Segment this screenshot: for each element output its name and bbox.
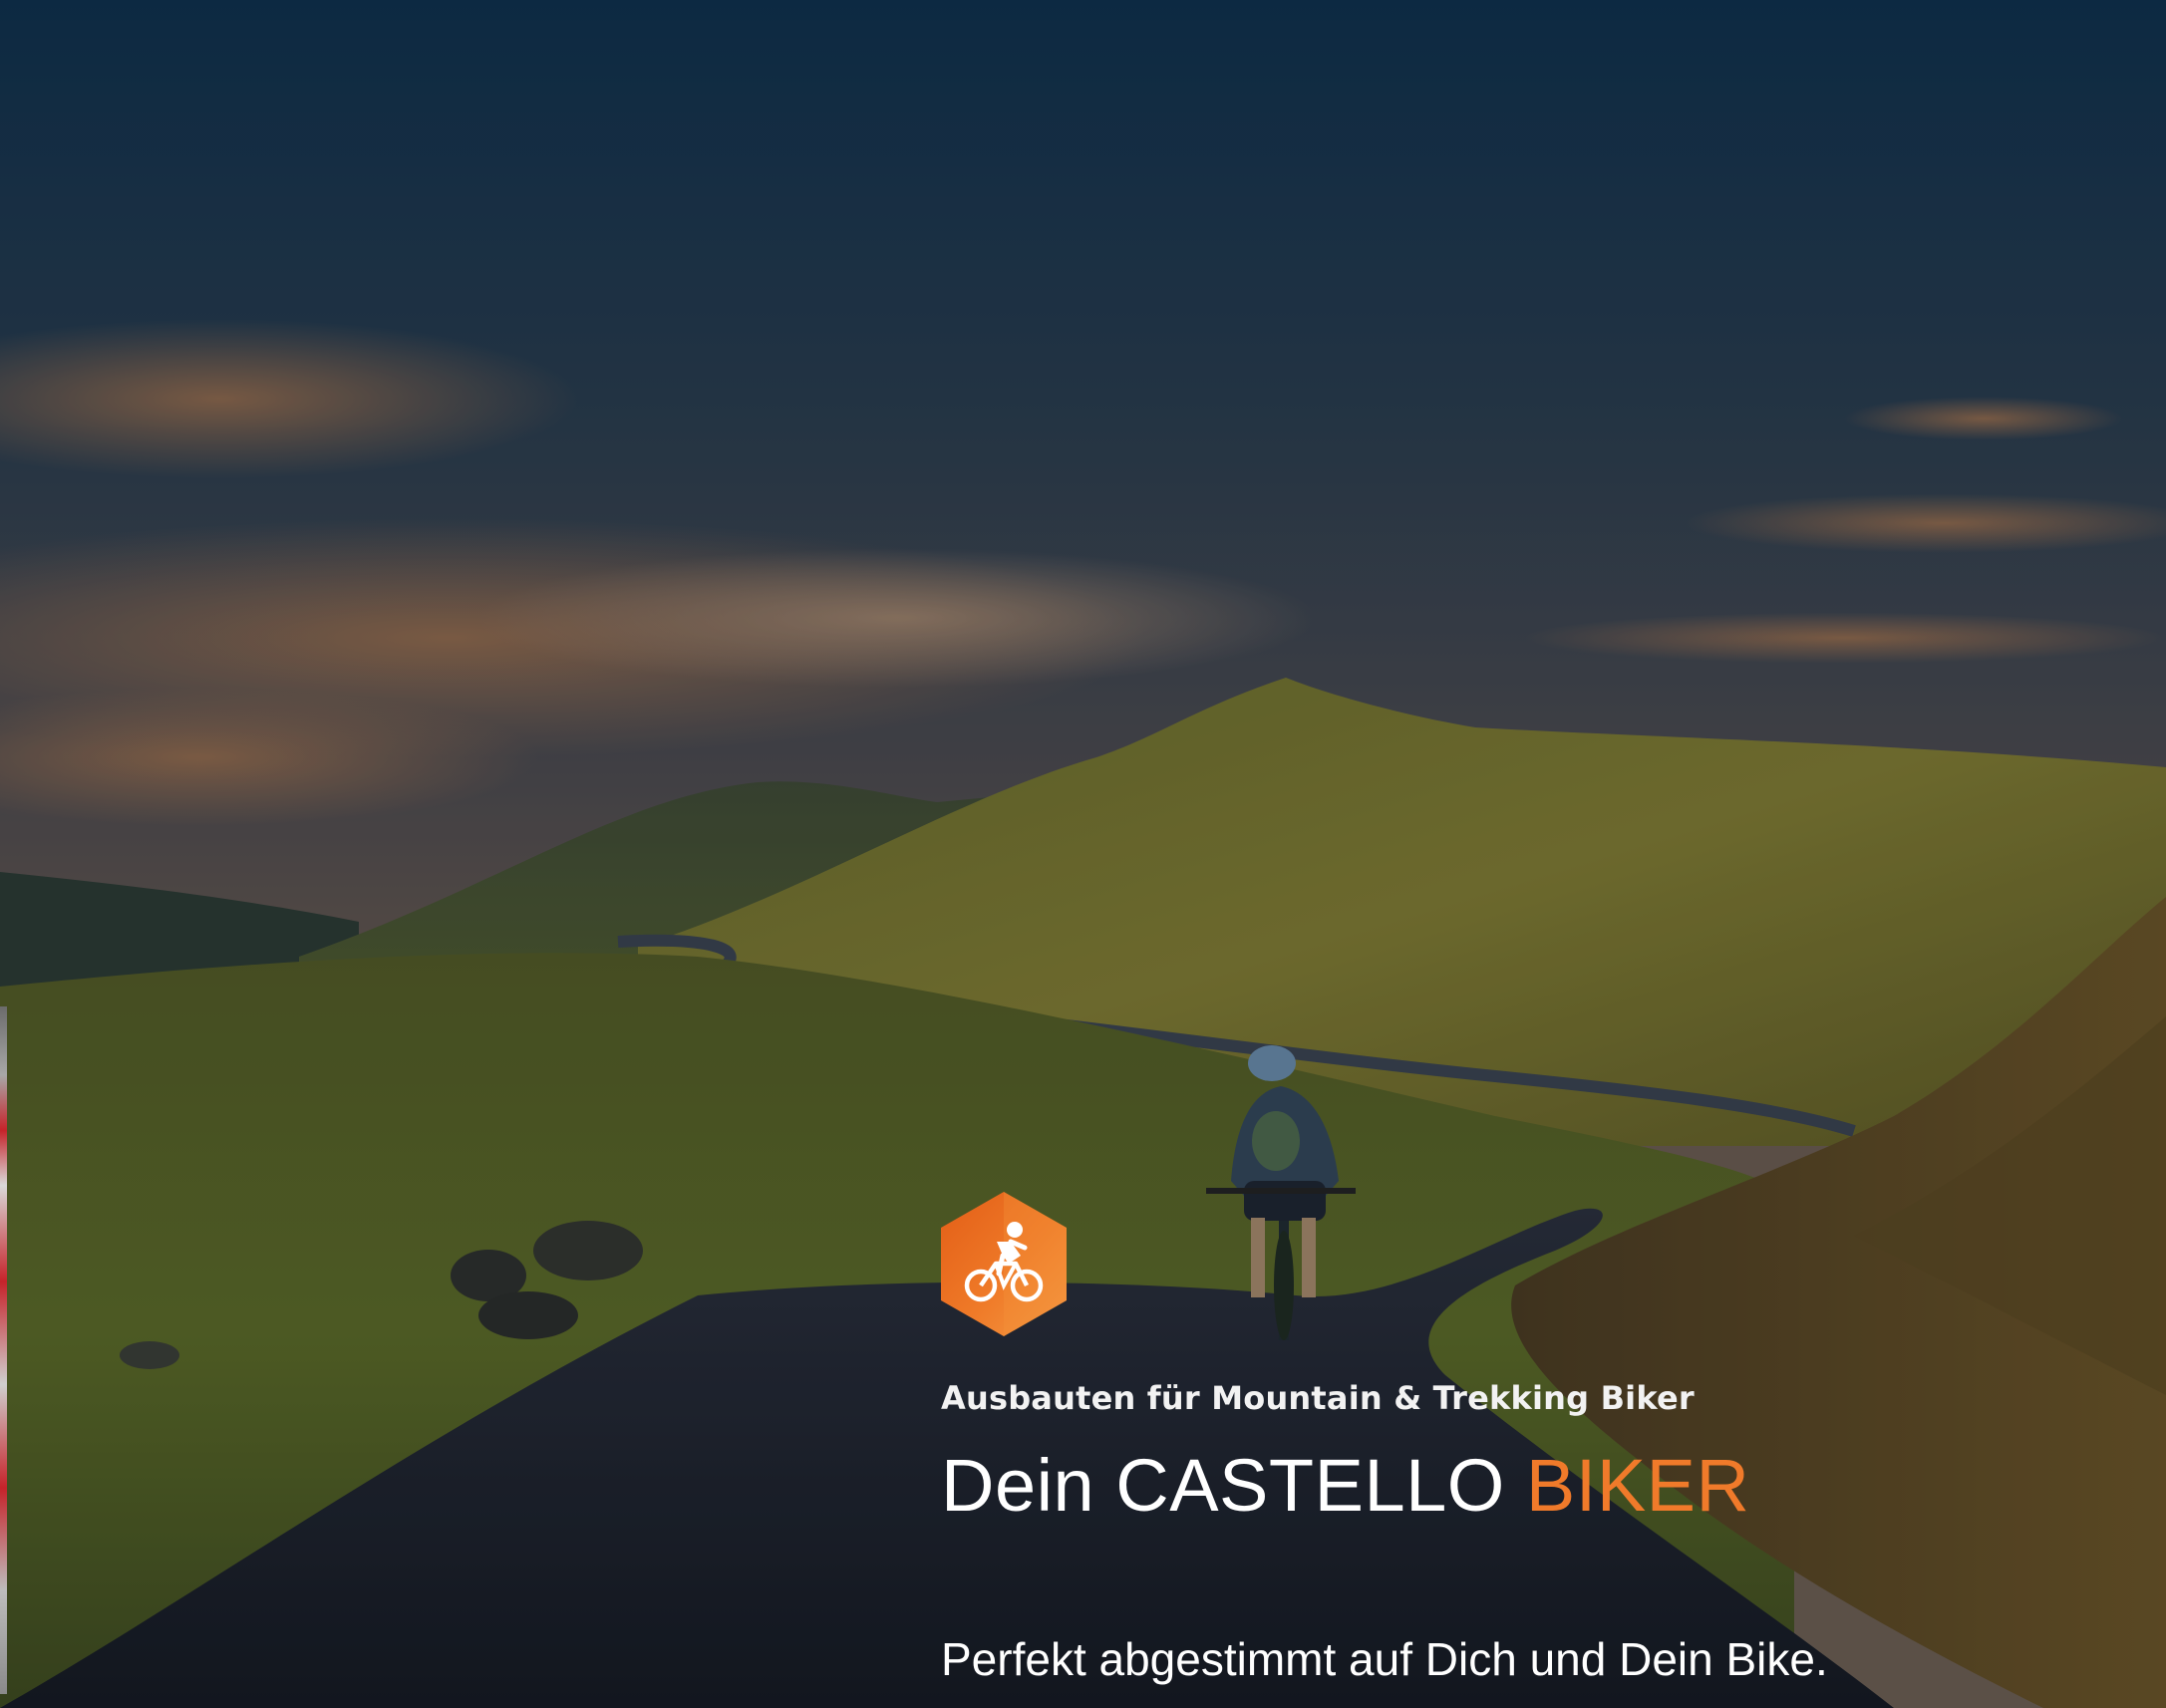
hero-title-main: Dein CASTELLO [941,1444,1526,1527]
hero-subtitle: Ausbauten für Mountain & Trekking Biker [941,1379,1695,1417]
hero-title-accent: BIKER [1525,1444,1750,1527]
hero-section: Ausbauten für Mountain & Trekking Biker … [0,0,2166,1708]
hero-title: Dein CASTELLO BIKER [941,1443,1749,1528]
hero-tagline: Perfekt abgestimmt auf Dich und Dein Bik… [941,1633,1828,1685]
cyclist-icon [941,1192,1067,1336]
edge-strip [0,1006,7,1694]
